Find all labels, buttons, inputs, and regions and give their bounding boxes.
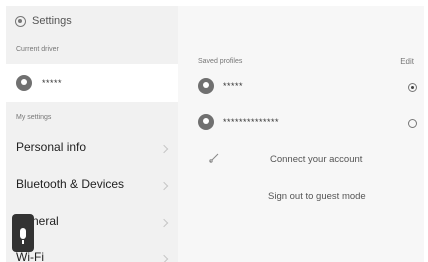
current-driver-name: ***** bbox=[42, 78, 63, 88]
saved-profile-1[interactable]: ***** bbox=[198, 78, 243, 94]
chevron-right-icon bbox=[159, 181, 169, 191]
sidebar: Settings Current driver ***** My setting… bbox=[6, 6, 178, 262]
profile-name: ************** bbox=[223, 117, 280, 127]
link-icon bbox=[209, 153, 219, 163]
profile-radio[interactable] bbox=[408, 119, 417, 128]
person-icon bbox=[16, 75, 32, 91]
page-title: Settings bbox=[32, 15, 72, 27]
my-settings-label: My settings bbox=[16, 114, 52, 121]
chevron-right-icon bbox=[159, 144, 169, 154]
profiles-panel: Saved profiles Edit ***** **************… bbox=[178, 6, 424, 262]
profile-radio-selected[interactable] bbox=[408, 83, 417, 92]
settings-screen: Settings Current driver ***** My setting… bbox=[6, 6, 424, 262]
sidebar-item-bluetooth-devices[interactable]: Bluetooth & Devices bbox=[16, 177, 124, 191]
person-icon bbox=[198, 114, 214, 130]
title-bar: Settings bbox=[6, 6, 72, 36]
saved-profiles-label: Saved profiles bbox=[198, 58, 243, 65]
edit-button[interactable]: Edit bbox=[400, 57, 414, 66]
profile-name: ***** bbox=[223, 81, 244, 91]
gear-icon bbox=[15, 15, 26, 27]
person-icon bbox=[198, 78, 214, 94]
voice-button[interactable] bbox=[12, 214, 34, 252]
sidebar-item-personal-info[interactable]: Personal info bbox=[16, 140, 86, 154]
current-driver-label: Current driver bbox=[16, 46, 59, 53]
current-driver-row[interactable]: ***** bbox=[6, 64, 178, 102]
saved-profile-2[interactable]: ************** bbox=[198, 114, 279, 130]
chevron-right-icon bbox=[159, 254, 169, 262]
connect-account-button[interactable]: Connect your account bbox=[270, 154, 362, 165]
guest-mode-button[interactable]: Sign out to guest mode bbox=[268, 191, 366, 202]
microphone-icon bbox=[20, 227, 26, 244]
chevron-right-icon bbox=[159, 218, 169, 228]
